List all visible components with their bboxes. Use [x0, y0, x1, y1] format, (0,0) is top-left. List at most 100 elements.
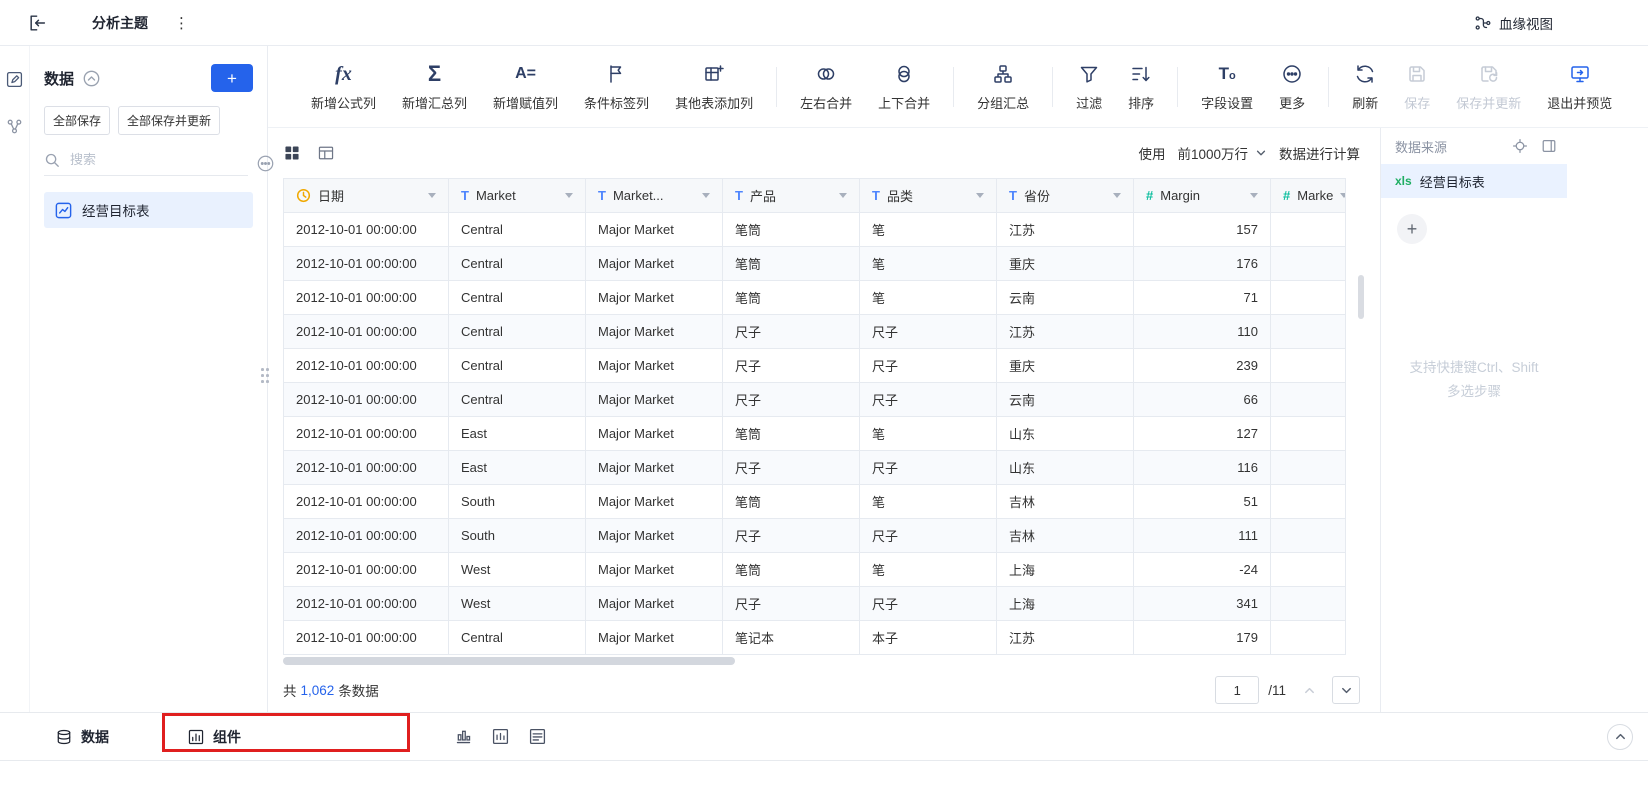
table-cell: Major Market [585, 245, 723, 281]
column-header[interactable]: # Marke [1270, 177, 1346, 213]
component-card-icon[interactable] [491, 727, 510, 746]
toolbar-button-formula-column[interactable]: fx 新增公式列 [298, 62, 389, 112]
table-cell: 尺子 [722, 517, 860, 553]
kebab-menu-icon[interactable]: ⋮ [174, 14, 189, 32]
bottom-bar: 数据 组件 [0, 712, 1648, 761]
table-row: 2012-10-01 00:00:00 Central Major Market 笔筒… [283, 245, 1346, 281]
data-source-step[interactable]: xls 经营目标表 [1381, 164, 1567, 198]
toolbar-button-save[interactable]: 保存 [1391, 62, 1443, 112]
table-list-item[interactable]: 经营目标表 [44, 192, 253, 228]
column-dropdown-icon[interactable] [428, 192, 436, 198]
component-chart-icon[interactable] [454, 727, 473, 746]
toolbar-button-refresh[interactable]: 刷新 [1339, 62, 1391, 112]
column-dropdown-icon[interactable] [702, 192, 710, 198]
column-header[interactable]: T 品类 [859, 177, 997, 213]
toolbar-button-more[interactable]: 更多 [1266, 62, 1318, 112]
toolbar-button-field-settings[interactable]: To 字段设置 [1188, 62, 1266, 112]
tab-component[interactable]: 组件 [187, 727, 241, 747]
group-summary-icon [992, 62, 1014, 86]
column-header[interactable]: T Market... [585, 177, 723, 213]
table-row: 2012-10-01 00:00:00 Central Major Market 尺子… [283, 381, 1346, 417]
toolbar-button-exit-preview[interactable]: 退出并预览 [1534, 62, 1625, 112]
table-cell: 江苏 [996, 619, 1134, 655]
table-cell: 尺子 [859, 449, 997, 485]
table-cell: 尺子 [859, 313, 997, 349]
add-table-button[interactable]: + [211, 64, 253, 92]
locate-icon[interactable] [1512, 138, 1528, 154]
exit-preview-icon [1569, 62, 1591, 86]
row-limit-select[interactable]: 前1000万行 [1177, 143, 1267, 163]
column-dropdown-icon[interactable] [565, 192, 573, 198]
table-row: 2012-10-01 00:00:00 South Major Market 尺子 尺子… [283, 517, 1346, 553]
page-prev-button[interactable] [1295, 676, 1323, 705]
page-next-button[interactable] [1332, 676, 1360, 705]
toolbar-button-save-update[interactable]: 保存并更新 [1443, 62, 1534, 112]
save-all-update-button[interactable]: 全部保存并更新 [118, 106, 221, 135]
table-cell: 笔 [859, 551, 997, 587]
column-dropdown-icon[interactable] [976, 192, 984, 198]
data-panel: 数据 + 全部保存 全部保存并更新 搜索 经营目标表 [30, 46, 274, 712]
table-cell: 2012-10-01 00:00:00 [283, 415, 449, 451]
table-cell: Major Market [585, 449, 723, 485]
grid-view-icon[interactable] [283, 144, 301, 162]
usage-suffix: 数据进行计算 [1279, 146, 1360, 162]
toolbar-button-sort[interactable]: 排序 [1115, 62, 1167, 112]
toolbar-button-merge-left-right[interactable]: 左右合并 [787, 62, 865, 112]
data-source-panel: 数据来源 xls 经营目标表 + 支持快捷键Ctrl、Shift 多选步骤 [1380, 128, 1648, 712]
chevron-down-icon [1341, 687, 1351, 693]
data-table: 日期 T Market T Market... T 产品 T 品类 T 省份 # Margin # Mark… [283, 177, 1346, 655]
collapse-all-icon[interactable] [82, 69, 101, 88]
component-list-icon[interactable] [528, 727, 547, 746]
panel-resize-handle[interactable] [261, 368, 271, 386]
lineage-view-button[interactable]: 血缘视图 [1474, 13, 1648, 33]
table-cell [1270, 211, 1346, 247]
vertical-scrollbar[interactable] [1358, 275, 1364, 319]
horizontal-scrollbar[interactable] [283, 657, 735, 666]
table-view-icon[interactable] [317, 144, 335, 162]
toolbar-button-group-summary[interactable]: 分组汇总 [964, 62, 1042, 112]
search-input[interactable] [68, 151, 248, 168]
table-cell: Major Market [585, 585, 723, 621]
add-step-button[interactable]: + [1397, 214, 1427, 244]
data-panel-title: 数据 [44, 70, 75, 88]
flow-view-icon[interactable] [5, 117, 24, 136]
column-dropdown-icon[interactable] [839, 192, 847, 198]
save-all-button[interactable]: 全部保存 [44, 106, 111, 135]
table-cell: 笔记本 [722, 619, 860, 655]
column-header[interactable]: # Margin [1133, 177, 1271, 213]
column-dropdown-icon[interactable] [1250, 192, 1258, 198]
column-header[interactable]: T Market [448, 177, 586, 213]
toolbar-button-summary-column[interactable]: Σ 新增汇总列 [389, 62, 480, 112]
table-cell: 2012-10-01 00:00:00 [283, 517, 449, 553]
toolbar-button-conditional-tag-column[interactable]: 条件标签列 [571, 62, 662, 112]
column-header[interactable]: T 产品 [722, 177, 860, 213]
toolbar-button-assign-column[interactable]: A= 新增赋值列 [480, 62, 571, 112]
column-header[interactable]: 日期 [283, 177, 449, 213]
toolbar-button-other-table-column[interactable]: 其他表添加列 [662, 62, 766, 112]
toolbar-button-merge-top-bottom[interactable]: 上下合并 [865, 62, 943, 112]
table-cell: -24 [1133, 551, 1271, 587]
table-cell: 176 [1133, 245, 1271, 281]
table-row: 2012-10-01 00:00:00 Central Major Market 尺子… [283, 347, 1346, 383]
collapse-window-icon[interactable] [28, 13, 48, 33]
table-cell: 笔 [859, 211, 997, 247]
table-cell: 尺子 [722, 313, 860, 349]
column-dropdown-icon[interactable] [1113, 192, 1121, 198]
column-header[interactable]: T 省份 [996, 177, 1134, 213]
panel-layout-icon[interactable] [1541, 138, 1557, 154]
toolbar-button-filter[interactable]: 过滤 [1063, 62, 1115, 112]
toolbar-separator [776, 66, 778, 107]
table-cell: 笔筒 [722, 245, 860, 281]
table-cell: West [448, 585, 586, 621]
xls-badge: xls [1395, 174, 1412, 188]
tab-data[interactable]: 数据 [55, 727, 109, 747]
table-row: 2012-10-01 00:00:00 Central Major Market 笔记… [283, 619, 1346, 655]
table-cell: 笔筒 [722, 415, 860, 451]
collapse-bottom-panel-button[interactable] [1607, 723, 1633, 750]
table-cell: 江苏 [996, 211, 1134, 247]
usage-bar: 使用 前1000万行 数据进行计算 [283, 128, 1380, 178]
column-dropdown-icon[interactable] [1340, 192, 1345, 198]
table-cell: 重庆 [996, 347, 1134, 383]
page-input[interactable] [1215, 676, 1260, 705]
edit-theme-icon[interactable] [5, 70, 24, 89]
